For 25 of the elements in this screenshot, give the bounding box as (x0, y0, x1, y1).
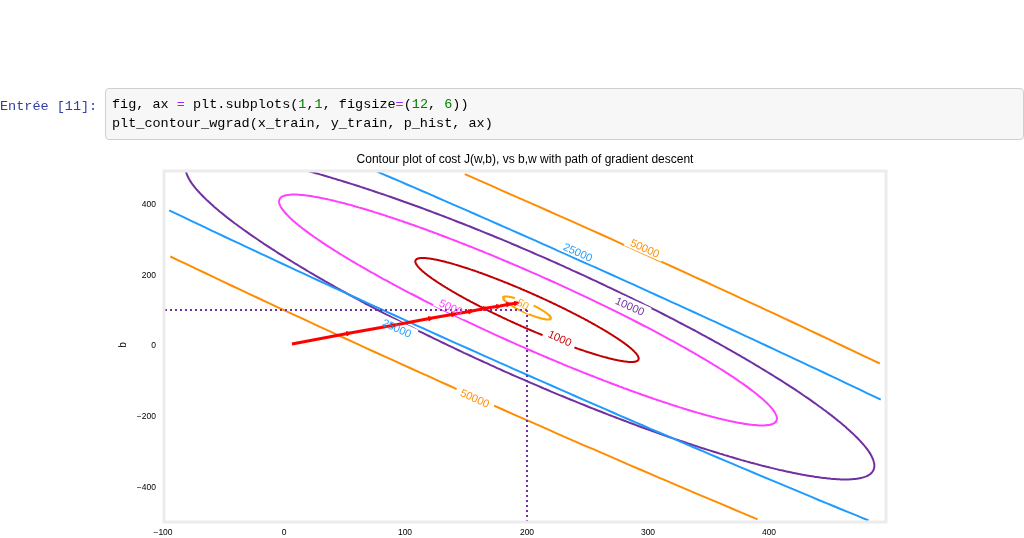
contour-label: 50000 (458, 386, 492, 410)
x-tick-label: 0 (281, 527, 287, 537)
contour-label: 5000 (437, 296, 465, 318)
contour-label: 10000 (613, 294, 647, 318)
cell-prompt: Entrée [11]: (0, 98, 99, 116)
x-tick-label: 100 (397, 527, 413, 537)
y-tick-label: −400 (136, 482, 156, 492)
chart-title: Contour plot of cost J(w,b), vs b,w with path of gradient descent (356, 152, 694, 166)
code-line: plt_contour_wgrad(x_train, y_train, p_hist, ax) (112, 115, 494, 133)
y-tick-label: 200 (141, 270, 156, 280)
y-tick-label: −200 (136, 411, 156, 421)
code-line: fig, ax = plt.subplots(1,1, figsize=(12, 6)) (112, 96, 470, 114)
x-tick-label: 400 (761, 527, 777, 537)
contour-label: 25000 (380, 316, 414, 340)
contour-label: 1000 (546, 327, 574, 349)
x-tick-label: −100 (153, 527, 173, 537)
contour-label: 50000 (628, 236, 662, 260)
x-tick-label: 200 (519, 527, 535, 537)
contour-label: 50 (514, 295, 532, 313)
code-cell[interactable]: fig, ax = plt.subplots(1,1, figsize=(12, 6)) plt_contour_wgrad(x_train, y_train, p_hist, ax) (105, 88, 1024, 140)
y-tick-label: 400 (141, 199, 156, 209)
y-axis-label: b (117, 342, 128, 348)
contour-label: 25000 (561, 240, 595, 264)
y-tick-label: 0 (151, 340, 156, 350)
x-tick-label: 300 (640, 527, 656, 537)
